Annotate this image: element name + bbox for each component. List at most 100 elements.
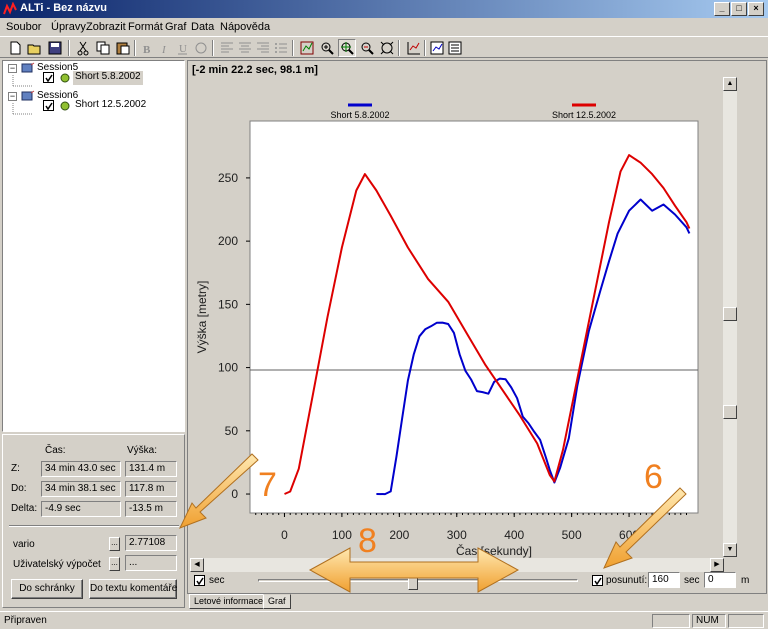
chart-properties-icon[interactable] bbox=[428, 39, 446, 57]
x-tick-label: 100 bbox=[332, 528, 352, 542]
y-tick-label: 200 bbox=[218, 234, 238, 248]
close-button[interactable]: × bbox=[748, 2, 764, 16]
scroll-right-button[interactable]: ▶ bbox=[710, 558, 724, 572]
user-calc-label: Uživatelský výpočet bbox=[13, 559, 101, 570]
offset-m-input[interactable]: 0 bbox=[704, 572, 736, 588]
svg-text:U: U bbox=[179, 43, 187, 55]
cut-icon[interactable] bbox=[74, 39, 92, 57]
legend-label: Short 5.8.2002 bbox=[330, 110, 389, 120]
sec-checkbox[interactable] bbox=[194, 575, 205, 586]
vertical-scroll-thumb[interactable] bbox=[723, 307, 737, 321]
open-folder-icon[interactable] bbox=[26, 39, 44, 57]
maximize-button[interactable]: □ bbox=[731, 2, 747, 16]
zoom-all-icon[interactable] bbox=[378, 39, 396, 57]
toolbar: B I U bbox=[0, 36, 768, 58]
from-altitude-field: 131.4 m bbox=[125, 461, 177, 477]
align-center-icon[interactable] bbox=[236, 39, 254, 57]
flight-icon bbox=[60, 101, 70, 111]
offset-sec-unit: sec bbox=[684, 575, 700, 586]
settings-icon[interactable] bbox=[446, 39, 464, 57]
user-calc-field: ... bbox=[125, 555, 177, 571]
title-bar: ALTi - Bez názvu _ □ × bbox=[0, 0, 768, 18]
menu-upravy[interactable]: Úpravy bbox=[51, 21, 86, 33]
menu-bar: Soubor Úpravy Zobrazit Formát Graf Data … bbox=[0, 18, 768, 36]
status-panel-scroll bbox=[728, 614, 764, 628]
vertical-scroll-thumb-2[interactable] bbox=[723, 405, 737, 419]
scroll-down-button[interactable]: ▼ bbox=[723, 543, 737, 557]
vario-field: 2.77108 bbox=[125, 535, 177, 551]
expander-session5[interactable]: − bbox=[8, 64, 17, 73]
align-left-icon[interactable] bbox=[218, 39, 236, 57]
altitude-chart[interactable]: 0 100 200 300 400 500 600 0 50 100 150 200 250 Čas [s… bbox=[188, 61, 721, 561]
copy-to-clipboard-button[interactable]: Do schránky bbox=[11, 579, 83, 599]
menu-soubor[interactable]: Soubor bbox=[6, 21, 41, 33]
status-num: NUM bbox=[692, 614, 726, 628]
from-label: Z: bbox=[11, 463, 20, 474]
scroll-up-button[interactable]: ▲ bbox=[723, 77, 737, 91]
measurement-panel: Čas: Výška: Z: 34 min 43.0 sec 131.4 m D… bbox=[2, 434, 185, 608]
underline-icon[interactable]: U bbox=[174, 39, 192, 57]
offset-slider-thumb[interactable] bbox=[408, 572, 418, 590]
y-tick-label: 50 bbox=[225, 424, 239, 438]
horizontal-scrollbar[interactable] bbox=[190, 558, 724, 572]
flight-icon bbox=[60, 73, 70, 83]
menu-napoveda[interactable]: Nápověda bbox=[220, 21, 270, 33]
from-time-field: 34 min 43.0 sec bbox=[41, 461, 121, 477]
expander-session6[interactable]: − bbox=[8, 92, 17, 101]
checkbox-short-5-8-2002[interactable] bbox=[43, 72, 54, 83]
copy-icon[interactable] bbox=[94, 39, 112, 57]
align-right-icon[interactable] bbox=[254, 39, 272, 57]
menu-graf[interactable]: Graf bbox=[165, 21, 186, 33]
tree-item-short-5-8-2002[interactable]: Short 5.8.2002 bbox=[73, 71, 143, 85]
svg-text:B: B bbox=[143, 44, 151, 56]
graph-pane: [-2 min 22.2 sec, 98.1 m] 0 100 200 300 400 5… bbox=[187, 60, 767, 594]
altitude-header: Výška: bbox=[127, 445, 158, 456]
save-icon[interactable] bbox=[46, 39, 64, 57]
session-icon bbox=[21, 62, 35, 73]
zoom-in-icon[interactable] bbox=[318, 39, 336, 57]
offset-checkbox[interactable] bbox=[592, 575, 603, 586]
minimize-button[interactable]: _ bbox=[714, 2, 730, 16]
x-axis-label: Čas [sekundy] bbox=[456, 543, 532, 558]
offset-sec-input[interactable]: 160 bbox=[648, 572, 680, 588]
zoom-out-icon[interactable] bbox=[358, 39, 376, 57]
sec-label: sec bbox=[209, 575, 225, 586]
bullets-icon[interactable] bbox=[272, 39, 290, 57]
tree-item-short-12-5-2002[interactable]: Short 12.5.2002 bbox=[75, 99, 146, 113]
zoom-fit-icon[interactable] bbox=[298, 39, 316, 57]
to-comment-button[interactable]: Do textu komentáře bbox=[89, 579, 177, 599]
delta-time-field: -4.9 sec bbox=[41, 501, 121, 517]
x-tick-label: 0 bbox=[281, 528, 288, 542]
menu-format[interactable]: Formát bbox=[128, 21, 163, 33]
plot-area bbox=[249, 120, 699, 514]
menu-data[interactable]: Data bbox=[191, 21, 214, 33]
user-calc-button[interactable]: ... bbox=[109, 557, 120, 571]
font-icon[interactable] bbox=[192, 39, 210, 57]
divider bbox=[9, 525, 179, 527]
paste-icon[interactable] bbox=[114, 39, 132, 57]
vario-options-button[interactable]: ... bbox=[109, 537, 120, 551]
svg-text:I: I bbox=[161, 44, 167, 56]
y-tick-label: 100 bbox=[218, 361, 238, 375]
to-label: Do: bbox=[11, 483, 27, 494]
scroll-left-button[interactable]: ◀ bbox=[190, 558, 204, 572]
session-icon bbox=[21, 90, 35, 101]
tab-letove-informace[interactable]: Letové informace bbox=[189, 594, 269, 609]
x-tick-label: 300 bbox=[447, 528, 467, 542]
x-tick-label: 500 bbox=[562, 528, 582, 542]
new-file-icon[interactable] bbox=[6, 39, 24, 57]
status-bar: Připraven NUM bbox=[0, 611, 768, 629]
toolbar-separator bbox=[68, 40, 70, 56]
axis-icon[interactable] bbox=[404, 39, 422, 57]
menu-zobrazit[interactable]: Zobrazit bbox=[86, 21, 126, 33]
toolbar-separator bbox=[212, 40, 214, 56]
toolbar-separator bbox=[424, 40, 426, 56]
tab-graf[interactable]: Graf bbox=[263, 594, 291, 609]
bold-icon[interactable]: B bbox=[138, 39, 156, 57]
checkbox-short-12-5-2002[interactable] bbox=[43, 100, 54, 111]
toolbar-separator bbox=[134, 40, 136, 56]
status-text: Připraven bbox=[4, 615, 47, 626]
italic-icon[interactable]: I bbox=[156, 39, 174, 57]
offset-slider-track[interactable] bbox=[258, 579, 578, 582]
cursor-tool-icon[interactable] bbox=[338, 39, 356, 57]
